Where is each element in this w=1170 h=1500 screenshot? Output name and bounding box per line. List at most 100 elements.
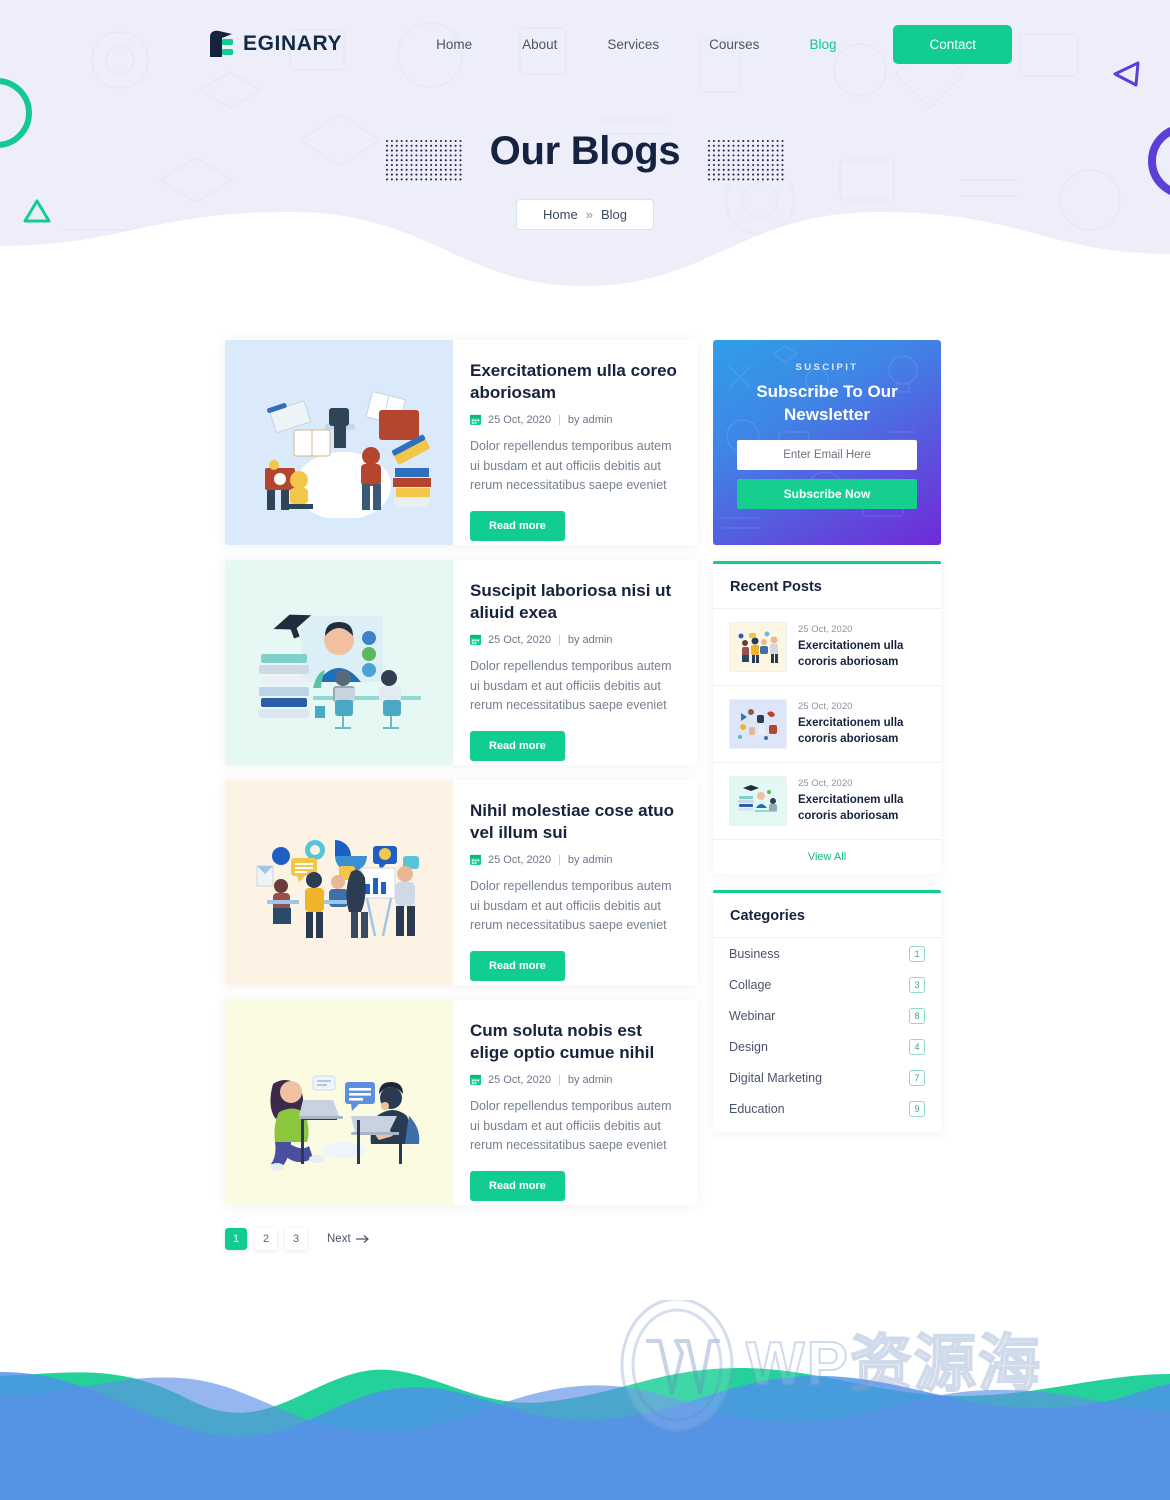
nav-link-home[interactable]: Home [411,37,497,52]
nav-link-courses[interactable]: Courses [684,37,784,52]
blog-card-excerpt: Dolor repellendus temporibus autem ui bu… [470,878,672,933]
newsletter-widget: SUSCIPIT Subscribe To Our Newsletter Sub… [713,340,941,545]
blog-card[interactable]: Suscipit laboriosa nisi ut aliuid exea 2… [225,560,697,765]
read-more-button[interactable]: Read more [470,1171,565,1202]
read-more-button[interactable]: Read more [470,511,565,542]
recent-post-date: 25 Oct, 2020 [798,623,853,635]
view-all-link[interactable]: View All [713,840,941,874]
category-label: Digital Marketing [729,1070,823,1085]
category-item-webinar[interactable]: Webinar 8 [713,1000,941,1031]
category-count: 7 [909,1069,925,1086]
blog-card-title[interactable]: Exercitationem ulla coreo aboriosam [470,360,679,405]
pagination-next[interactable]: Next [327,1233,370,1245]
meta-separator: | [558,413,561,426]
blog-card[interactable]: Nihil molestiae cose atuo vel illum sui … [225,780,697,985]
meta-separator: | [558,1073,561,1086]
contact-button[interactable]: Contact [893,24,1012,64]
calendar-icon [470,1075,481,1086]
blog-card-date: 25 Oct, 2020 [488,853,551,866]
blog-card-body: Exercitationem ulla coreo aboriosam 25 O… [453,340,697,545]
blog-card-thumbnail[interactable] [225,340,453,545]
recent-posts-widget: Recent Posts 25 Oct, 2020 Exercitationem… [713,561,941,874]
recent-post-thumbnail [729,622,787,672]
categories-header: Categories [713,893,941,938]
blog-card-body: Nihil molestiae cose atuo vel illum sui … [453,780,697,985]
recent-post-item[interactable]: 25 Oct, 2020 Exercitationem ulla cororis… [713,609,941,686]
newsletter-email-input[interactable] [737,440,917,471]
recent-post-thumbnail [729,776,787,826]
blog-card-meta: 25 Oct, 2020 | by admin [470,414,679,426]
recent-post-title[interactable]: Exercitationem ulla cororis aboriosam [798,793,925,825]
team-meeting-thumb-illustration [738,631,778,663]
read-more-button[interactable]: Read more [470,951,565,982]
blog-card-title[interactable]: Nihil molestiae cose atuo vel illum sui [470,800,679,845]
calendar-icon [470,635,481,646]
recent-posts-header: Recent Posts [713,564,941,609]
read-more-button[interactable]: Read more [470,731,565,762]
nav-link-about[interactable]: About [497,37,582,52]
nav-links: Home About Services Courses Blog [411,37,861,52]
online-class-illustration [259,614,421,729]
blog-card-title[interactable]: Cum soluta nobis est elige optio cumue n… [470,1020,679,1065]
pagination-page-1[interactable]: 1 [225,1228,247,1250]
blog-card-thumbnail[interactable] [225,560,453,765]
category-item-education[interactable]: Education 9 [713,1093,941,1132]
recent-post-item[interactable]: 25 Oct, 2020 Exercitationem ulla cororis… [713,686,941,763]
category-item-business[interactable]: Business 1 [713,938,941,969]
blog-card-body: Cum soluta nobis est elige optio cumue n… [453,1000,697,1205]
sidebar: SUSCIPIT Subscribe To Our Newsletter Sub… [713,340,941,1290]
pagination-next-label: Next [327,1233,351,1245]
category-item-digital-marketing[interactable]: Digital Marketing 7 [713,1062,941,1093]
dot-grid-right [707,139,784,181]
eginary-logo-icon [210,30,233,57]
nav-link-services[interactable]: Services [582,37,684,52]
blog-card[interactable]: Cum soluta nobis est elige optio cumue n… [225,1000,697,1205]
blog-card-date: 25 Oct, 2020 [488,633,551,646]
category-count: 4 [909,1038,925,1055]
recent-post-text: 25 Oct, 2020 Exercitationem ulla cororis… [798,778,925,825]
brand-logo[interactable]: EGINARY [208,29,342,59]
blog-card-excerpt: Dolor repellendus temporibus autem ui bu… [470,658,672,713]
newsletter-title: Subscribe To Our Newsletter [756,382,898,424]
blog-card-excerpt: Dolor repellendus temporibus autem ui bu… [470,1098,672,1153]
pagination-page-3[interactable]: 3 [285,1228,307,1250]
subscribe-button[interactable]: Subscribe Now [737,479,917,510]
page-title: Our Blogs [489,129,681,173]
calendar-icon [470,415,481,426]
blog-card-thumbnail[interactable] [225,780,453,985]
blog-card-title[interactable]: Suscipit laboriosa nisi ut aliuid exea [470,580,679,625]
team-meeting-illustration [256,839,419,938]
blog-card-meta: 25 Oct, 2020 | by admin [470,854,679,866]
blog-card[interactable]: Exercitationem ulla coreo aboriosam 25 O… [225,340,697,545]
category-label: Education [729,1101,785,1116]
category-count: 8 [909,1007,925,1024]
category-label: Webinar [729,1008,776,1023]
category-label: Collage [729,977,772,992]
people-with-books-illustration [265,390,431,518]
arrow-right-icon [355,1235,369,1243]
nav-link-blog[interactable]: Blog [784,37,861,52]
blog-card-date: 25 Oct, 2020 [488,1073,551,1086]
category-label: Design [729,1039,768,1054]
category-item-collage[interactable]: Collage 3 [713,969,941,1000]
pagination-page-2[interactable]: 2 [255,1228,277,1250]
recent-post-title[interactable]: Exercitationem ulla cororis aboriosam [798,639,925,671]
newsletter-kicker: SUSCIPIT [795,362,859,373]
calendar-icon [470,855,481,866]
categories-widget: Categories Business 1 Collage 3 Webinar … [713,890,941,1132]
post-list: Exercitationem ulla coreo aboriosam 25 O… [225,340,697,1290]
breadcrumb-home[interactable]: Home [543,207,578,222]
scattered-objects-thumb-illustration [738,709,777,740]
recent-post-date: 25 Oct, 2020 [798,777,853,789]
meta-separator: | [558,853,561,866]
category-count: 9 [909,1100,925,1117]
breadcrumb: Home » Blog [516,199,654,230]
category-count: 3 [909,976,925,993]
category-item-design[interactable]: Design 4 [713,1031,941,1062]
recent-post-text: 25 Oct, 2020 Exercitationem ulla cororis… [798,624,925,671]
recent-post-title[interactable]: Exercitationem ulla cororis aboriosam [798,716,925,748]
brand-name: EGINARY [243,32,343,55]
two-people-laptops-illustration [270,1075,420,1171]
recent-post-item[interactable]: 25 Oct, 2020 Exercitationem ulla cororis… [713,763,941,840]
blog-card-thumbnail[interactable] [225,1000,453,1205]
